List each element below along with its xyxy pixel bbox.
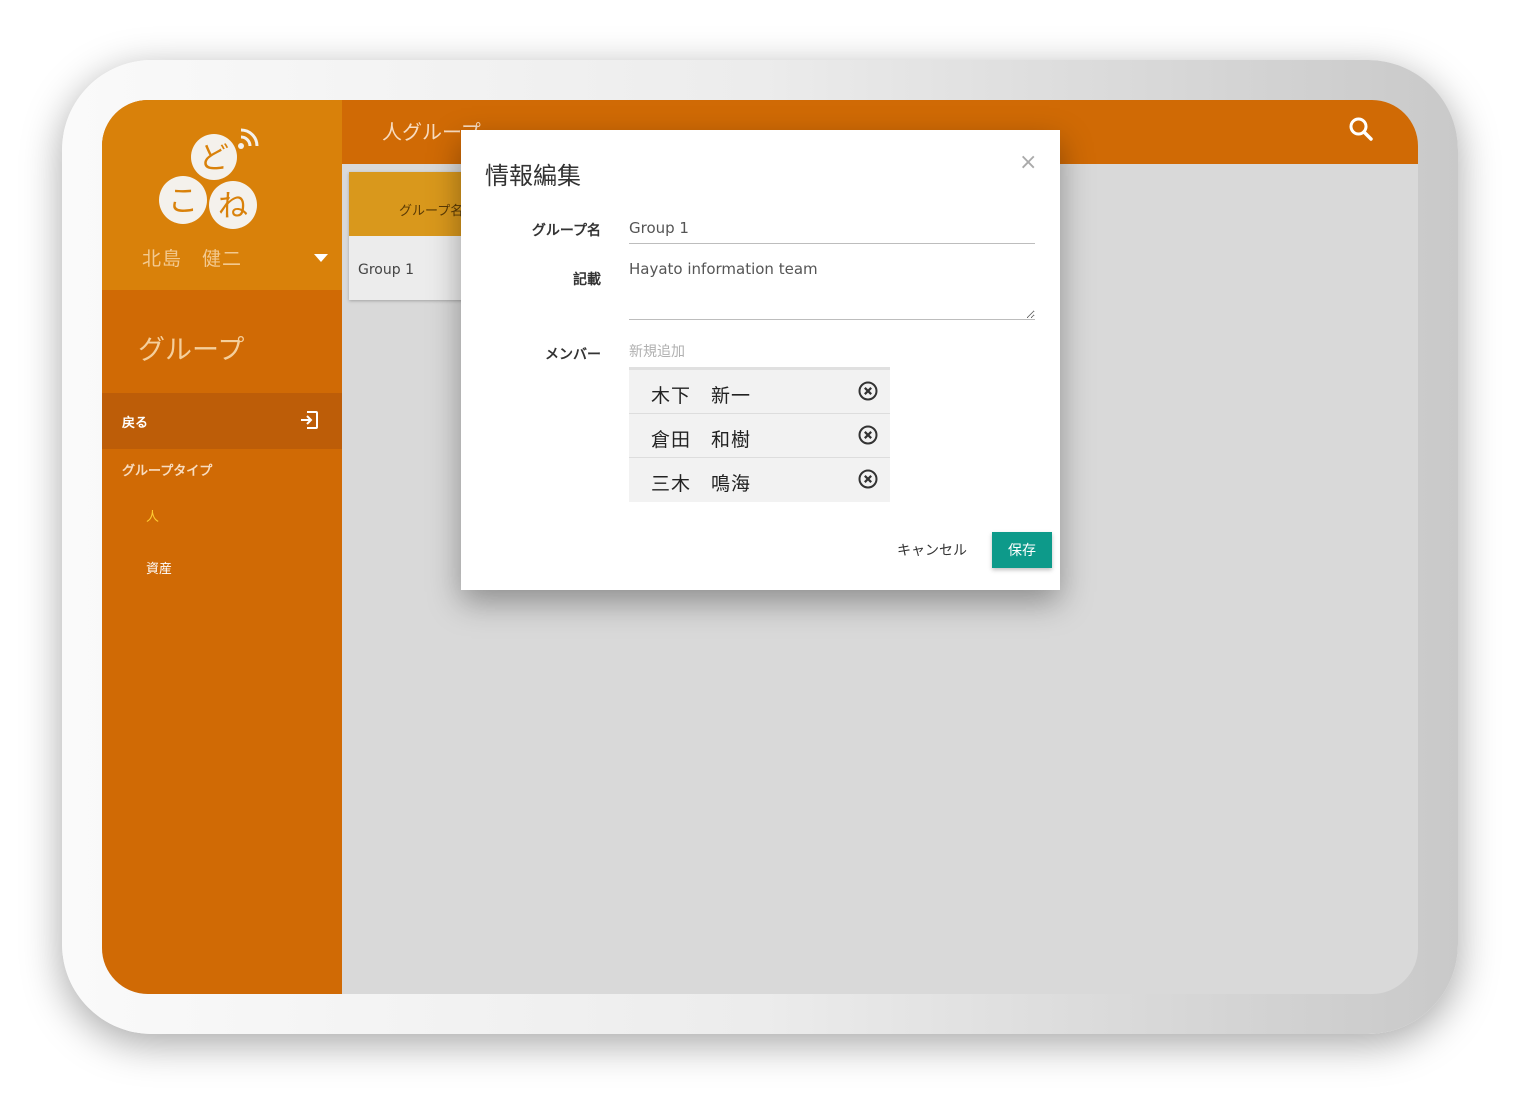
dialog-title: 情報編集 xyxy=(485,162,581,190)
table-header: グループ名 xyxy=(349,172,479,236)
member-name: 三木 鳴海 xyxy=(651,473,752,495)
back-label: 戻る xyxy=(122,416,149,431)
save-button[interactable]: 保存 xyxy=(992,532,1052,568)
group-type-heading: グループタイプ xyxy=(122,464,213,479)
svg-text:ね: ね xyxy=(218,189,248,224)
group-name-input[interactable] xyxy=(629,212,1035,244)
group-name-label: グループ名 xyxy=(531,223,601,239)
back-button[interactable]: 戻る xyxy=(102,393,342,449)
table-row[interactable]: Group 1 xyxy=(358,262,414,278)
member-name: 木下 新一 xyxy=(651,385,752,407)
cancel-button[interactable]: キャンセル xyxy=(891,532,973,568)
search-icon[interactable] xyxy=(1348,116,1374,142)
description-textarea[interactable]: Hayato information team xyxy=(629,258,1035,320)
edit-dialog: 情報編集 × グループ名 記載 Hayato information team … xyxy=(461,130,1060,590)
close-icon[interactable]: × xyxy=(1019,150,1037,175)
remove-circle-icon[interactable] xyxy=(857,380,879,402)
user-name[interactable]: 北島 健二 xyxy=(142,244,242,271)
sidebar: ど こ ね 北島 健二 グループ 戻る グループタイプ 人 資産 xyxy=(102,100,342,994)
sidebar-item-person[interactable]: 人 xyxy=(146,506,159,525)
svg-text:ど: ど xyxy=(199,141,229,176)
sidebar-profile: ど こ ね 北島 健二 xyxy=(102,100,342,290)
caret-down-icon[interactable] xyxy=(314,254,328,262)
member-add-input[interactable] xyxy=(629,338,889,366)
section-title: グループ xyxy=(138,335,245,366)
remove-circle-icon[interactable] xyxy=(857,424,879,446)
exit-icon xyxy=(301,411,318,429)
sidebar-item-asset[interactable]: 資産 xyxy=(146,558,172,577)
list-item: 三木 鳴海 xyxy=(629,458,890,502)
remove-circle-icon[interactable] xyxy=(857,468,879,490)
list-item: 倉田 和樹 xyxy=(629,414,890,458)
group-table: グループ名 Group 1 xyxy=(349,172,479,300)
member-list: 木下 新一 倉田 和樹 三木 鳴海 xyxy=(629,367,890,502)
member-label: メンバー xyxy=(545,347,601,363)
member-name: 倉田 和樹 xyxy=(651,429,752,451)
column-header-group-name[interactable]: グループ名 xyxy=(399,200,463,219)
svg-text:こ: こ xyxy=(168,184,198,219)
description-label: 記載 xyxy=(573,272,601,288)
list-item: 木下 新一 xyxy=(629,370,890,414)
logo-icon: ど こ ね xyxy=(159,128,259,229)
